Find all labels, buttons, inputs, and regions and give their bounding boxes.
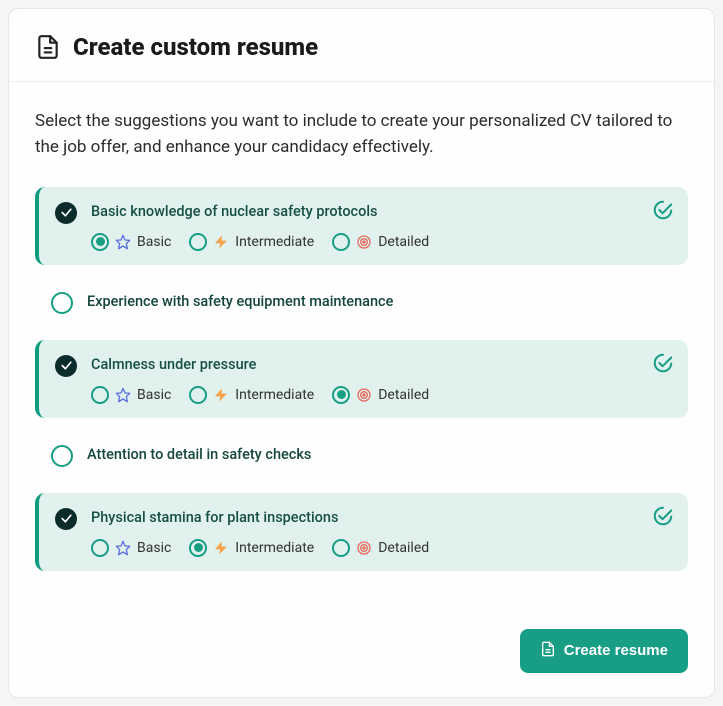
suggestion-toggle[interactable]: [55, 508, 77, 530]
suggestion-main: Physical stamina for plant inspections Ba…: [91, 507, 670, 557]
level-label: Detailed: [378, 540, 429, 556]
bolt-icon: [213, 387, 229, 403]
level-option-basic[interactable]: Basic: [91, 233, 171, 251]
level-option-basic[interactable]: Basic: [91, 539, 171, 557]
radio-icon: [189, 233, 207, 251]
suggestion-main: Calmness under pressure Basic Intermediate…: [91, 354, 670, 404]
selected-check-icon: [652, 505, 674, 531]
radio-icon: [332, 539, 350, 557]
suggestion-title: Attention to detail in safety checks: [87, 444, 670, 466]
radio-icon: [189, 539, 207, 557]
selected-check-icon: [652, 199, 674, 225]
document-icon: [540, 641, 556, 661]
suggestion-title: Experience with safety equipment mainten…: [87, 291, 670, 313]
suggestion-toggle[interactable]: [55, 202, 77, 224]
suggestion-item: Attention to detail in safety checks: [35, 440, 688, 471]
level-label: Intermediate: [235, 234, 314, 250]
body: Select the suggestions you want to inclu…: [9, 82, 714, 619]
suggestion-title: Physical stamina for plant inspections: [91, 507, 670, 529]
radio-icon: [91, 539, 109, 557]
footer: Create resume: [9, 629, 714, 697]
check-circle-icon: [55, 202, 77, 224]
level-label: Basic: [137, 387, 171, 403]
circle-icon: [51, 445, 73, 467]
level-option-detailed[interactable]: Detailed: [332, 233, 429, 251]
level-option-basic[interactable]: Basic: [91, 386, 171, 404]
circle-icon: [51, 292, 73, 314]
radio-icon: [91, 386, 109, 404]
document-icon: [35, 34, 61, 60]
level-label: Intermediate: [235, 540, 314, 556]
selected-check-icon: [652, 352, 674, 378]
star-icon: [115, 234, 131, 250]
level-options: Basic Intermediate Detailed: [91, 386, 670, 404]
suggestion-toggle[interactable]: [51, 445, 73, 467]
radio-icon: [189, 386, 207, 404]
target-icon: [356, 387, 372, 403]
level-option-intermediate[interactable]: Intermediate: [189, 539, 314, 557]
suggestion-main: Experience with safety equipment mainten…: [87, 291, 670, 313]
suggestion-item: Basic knowledge of nuclear safety protoc…: [35, 187, 688, 265]
level-label: Detailed: [378, 387, 429, 403]
intro-text: Select the suggestions you want to inclu…: [35, 108, 688, 161]
level-option-intermediate[interactable]: Intermediate: [189, 386, 314, 404]
suggestion-main: Attention to detail in safety checks: [87, 444, 670, 466]
check-circle-icon: [55, 508, 77, 530]
suggestion-main: Basic knowledge of nuclear safety protoc…: [91, 201, 670, 251]
level-options: Basic Intermediate Detailed: [91, 539, 670, 557]
star-icon: [115, 387, 131, 403]
suggestion-toggle[interactable]: [55, 355, 77, 377]
radio-icon: [91, 233, 109, 251]
suggestion-title: Basic knowledge of nuclear safety protoc…: [91, 201, 670, 223]
suggestion-item: Physical stamina for plant inspections Ba…: [35, 493, 688, 571]
bolt-icon: [213, 540, 229, 556]
level-options: Basic Intermediate Detailed: [91, 233, 670, 251]
level-option-detailed[interactable]: Detailed: [332, 539, 429, 557]
suggestion-toggle[interactable]: [51, 292, 73, 314]
suggestions-list: Basic knowledge of nuclear safety protoc…: [35, 187, 688, 571]
page-title: Create custom resume: [73, 33, 318, 61]
target-icon: [356, 540, 372, 556]
level-label: Basic: [137, 540, 171, 556]
radio-icon: [332, 233, 350, 251]
bolt-icon: [213, 234, 229, 250]
level-option-intermediate[interactable]: Intermediate: [189, 233, 314, 251]
check-circle-icon: [55, 355, 77, 377]
resume-creator-card: Create custom resume Select the suggesti…: [8, 8, 715, 698]
target-icon: [356, 234, 372, 250]
suggestion-title: Calmness under pressure: [91, 354, 670, 376]
header: Create custom resume: [9, 9, 714, 82]
suggestion-item: Calmness under pressure Basic Intermediate…: [35, 340, 688, 418]
level-label: Detailed: [378, 234, 429, 250]
suggestion-item: Experience with safety equipment mainten…: [35, 287, 688, 318]
level-option-detailed[interactable]: Detailed: [332, 386, 429, 404]
radio-icon: [332, 386, 350, 404]
create-resume-button[interactable]: Create resume: [520, 629, 688, 673]
level-label: Basic: [137, 234, 171, 250]
star-icon: [115, 540, 131, 556]
level-label: Intermediate: [235, 387, 314, 403]
